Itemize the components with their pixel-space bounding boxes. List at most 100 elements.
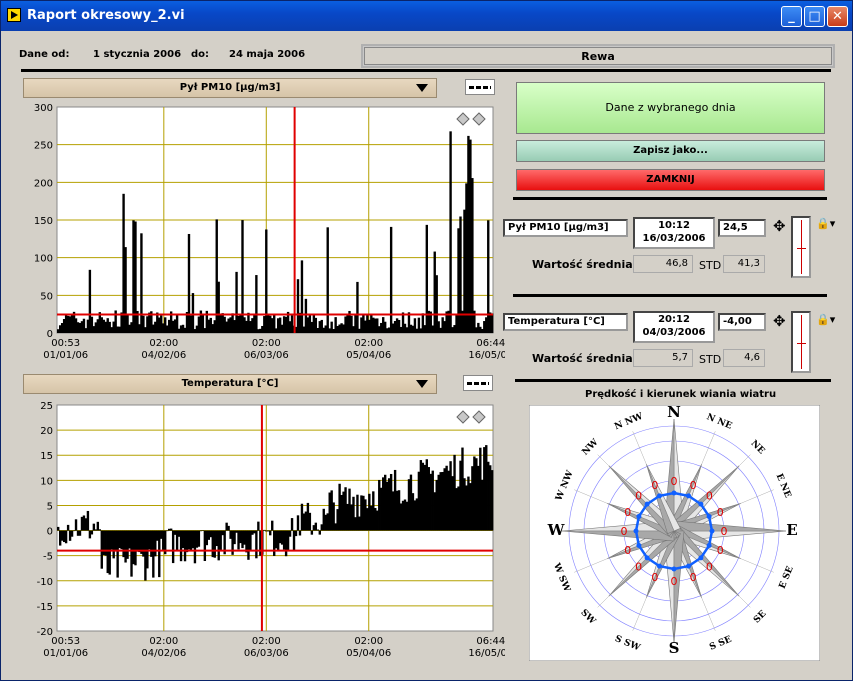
direction-label: S (669, 639, 680, 657)
maximize-icon[interactable]: □ (804, 6, 825, 27)
temp-channel-selector[interactable]: Temperatura [°C] (23, 374, 437, 394)
pm10-cursor-name: Pył PM10 [μg/m3] (503, 219, 628, 237)
wind-value-label: 0 (671, 475, 678, 488)
move-cross-icon[interactable]: ✥ (773, 314, 786, 329)
wind-series-point (706, 543, 712, 549)
temp-cursor-date: 04/03/2006 (642, 327, 706, 338)
y-tick-label: 0 (47, 527, 53, 538)
x-tick-time: 02:00 (252, 636, 281, 647)
x-tick-date: 16/05/06 (468, 648, 505, 659)
data-bar (255, 275, 258, 333)
wind-series-point (698, 501, 704, 507)
data-bar (269, 530, 272, 536)
y-tick-label: 100 (34, 254, 53, 265)
data-bar (356, 281, 359, 333)
wind-series-point (698, 555, 704, 561)
x-tick-date: 05/04/06 (346, 350, 391, 361)
minimize-icon[interactable]: _ (781, 6, 802, 27)
save-as-button[interactable]: Zapisz jako... (516, 140, 825, 162)
data-bar (66, 524, 70, 531)
data-bar (197, 530, 201, 547)
header-divider (21, 69, 831, 72)
temp-selector-label: Temperatura [°C] (181, 378, 279, 389)
y-tick-label: 300 (34, 103, 53, 114)
wind-series-point (671, 566, 677, 572)
pm10-cursor-slider[interactable] (791, 216, 811, 278)
data-bar (255, 530, 258, 559)
data-bar (86, 510, 90, 531)
x-tick-date: 06/03/06 (244, 648, 289, 659)
wind-series-point (644, 555, 650, 561)
y-tick-label: 250 (34, 141, 53, 152)
plot-legend-icon[interactable] (465, 79, 495, 95)
temp-cursor-slider[interactable] (791, 311, 811, 373)
close-icon[interactable]: ✕ (827, 6, 848, 27)
x-tick-time: 02:00 (149, 636, 178, 647)
x-tick-date: 01/01/06 (43, 350, 88, 361)
wind-series-point (706, 513, 712, 519)
pm10-cursor-timestamp: 10:12 16/03/2006 (633, 217, 715, 249)
x-tick-time: 06:44 (476, 338, 505, 349)
wind-value-label: 0 (717, 506, 724, 519)
data-bar (96, 521, 100, 531)
wind-value-label: 0 (706, 490, 713, 503)
y-tick-label: 150 (34, 216, 53, 227)
wind-value-label: 0 (706, 560, 713, 573)
temp-cursor-time: 20:12 (658, 314, 690, 325)
y-tick-label: -10 (37, 577, 53, 588)
temp-std-label: STD (699, 353, 722, 366)
y-tick-label: -5 (43, 552, 53, 563)
wind-series-point (644, 501, 650, 507)
window-title: Raport okresowy_2.vi (27, 8, 185, 23)
data-bar (290, 518, 294, 531)
wind-series-point (686, 493, 692, 499)
chevron-down-icon (416, 380, 428, 388)
close-button[interactable]: ZAMKNIJ (516, 169, 825, 191)
day-data-button[interactable]: Dane z wybranego dnia (516, 82, 825, 134)
title-bar[interactable]: Raport okresowy_2.vi _ □ ✕ (1, 1, 852, 31)
data-bar (64, 530, 68, 544)
wind-value-label: 0 (671, 575, 678, 588)
y-tick-label: 10 (40, 476, 53, 487)
pm10-chart[interactable]: 30025020015010050000:5301/01/0602:0004/0… (5, 101, 505, 369)
lock-icon[interactable]: 🔒▾ (816, 217, 835, 230)
labview-window: Raport okresowy_2.vi _ □ ✕ Dane od: 1 st… (0, 0, 853, 681)
data-bar (294, 530, 298, 537)
from-label: Dane od: (19, 49, 70, 60)
data-bar (90, 530, 94, 535)
wind-value-label: 0 (651, 479, 658, 492)
divider (513, 294, 827, 297)
x-tick-time: 02:00 (354, 338, 383, 349)
y-tick-label: 50 (40, 291, 53, 302)
data-bar (389, 226, 393, 333)
pm10-std-value: 41,3 (723, 255, 765, 273)
wind-series-point (686, 563, 692, 569)
x-tick-time: 00:53 (51, 338, 80, 349)
y-tick-label: 5 (47, 501, 53, 512)
pm10-std-label: STD (699, 259, 722, 272)
wind-value-label: 0 (690, 479, 697, 492)
wind-value-label: 0 (624, 544, 631, 557)
wind-series-point (709, 528, 715, 534)
y-tick-label: 15 (40, 451, 53, 462)
pm10-channel-selector[interactable]: Pył PM10 [μg/m3] (23, 78, 437, 98)
wind-series-point (656, 493, 662, 499)
data-bar (263, 529, 266, 531)
data-bar (449, 131, 452, 333)
plot-legend-icon[interactable] (463, 375, 493, 391)
x-tick-date: 01/01/06 (43, 648, 88, 659)
x-tick-time: 00:53 (51, 636, 80, 647)
wind-value-label: 0 (624, 506, 631, 519)
station-display: Rewa (361, 44, 835, 68)
data-bar (72, 530, 76, 532)
x-tick-time: 02:00 (354, 636, 383, 647)
direction-label: E (786, 521, 797, 539)
chevron-down-icon (416, 84, 428, 92)
move-cross-icon[interactable]: ✥ (773, 219, 786, 234)
to-date: 24 maja 2006 (229, 49, 306, 60)
wind-series-point (633, 528, 639, 534)
pm10-cursor-date: 16/03/2006 (642, 233, 706, 244)
data-bar (74, 519, 78, 531)
temperature-chart[interactable]: 2520151050-5-10-15-2000:5301/01/0602:000… (5, 397, 505, 672)
lock-icon[interactable]: 🔒▾ (816, 313, 835, 326)
